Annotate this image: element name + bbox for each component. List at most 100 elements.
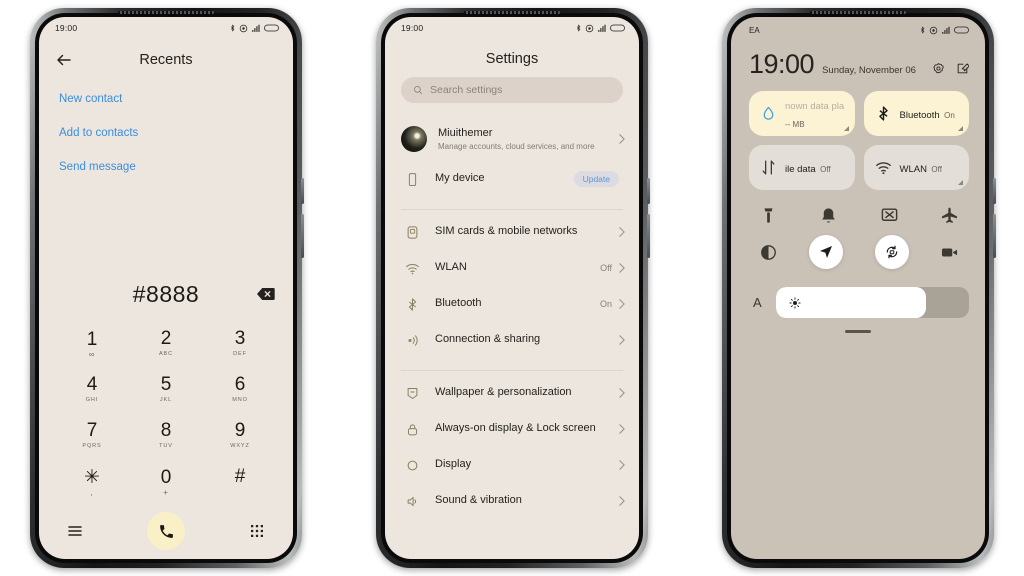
dial-key-2[interactable]: 2 ABC — [129, 321, 203, 365]
settings-row-connection-sharing[interactable]: Connection & sharing — [385, 322, 639, 358]
dial-key-star[interactable]: ✳, — [55, 459, 129, 503]
back-arrow-icon[interactable] — [55, 51, 73, 69]
dark-mode-icon[interactable] — [759, 243, 778, 262]
sun-icon — [789, 296, 801, 309]
call-icon — [159, 524, 173, 538]
row-text: Display — [435, 458, 619, 472]
power-button[interactable] — [647, 214, 650, 258]
send-message-link[interactable]: Send message — [59, 161, 273, 173]
add-to-contacts-link[interactable]: Add to contacts — [59, 127, 273, 139]
row-label: Always-on display & Lock screen — [435, 422, 596, 435]
dial-key-digit: 3 — [234, 328, 246, 349]
settings-row-display[interactable]: Display — [385, 447, 639, 483]
dial-key-5[interactable]: 5 JKL — [129, 367, 203, 411]
power-button[interactable] — [301, 214, 304, 258]
tile-bluetooth[interactable]: Bluetooth On — [863, 91, 969, 136]
settings-group-account: Miuithemer Manage accounts, cloud servic… — [385, 117, 639, 205]
dial-key-digit: 5 — [160, 374, 172, 395]
row-label: WLAN — [435, 261, 467, 274]
volume-button[interactable] — [301, 178, 304, 204]
list-divider — [401, 209, 623, 210]
auto-brightness-toggle[interactable]: A — [753, 295, 762, 310]
dial-key-sub: MNO — [232, 397, 248, 403]
lock-icon — [401, 418, 423, 440]
tile-label: WLAN — [899, 163, 927, 175]
settings-row-sound-vibration[interactable]: Sound & vibration — [385, 483, 639, 519]
screen-record-icon[interactable] — [940, 243, 959, 262]
row-label: Wallpaper & personalization — [435, 386, 572, 399]
volume-button[interactable] — [647, 178, 650, 204]
bell-icon[interactable] — [819, 206, 838, 225]
carrier-label: EA — [749, 25, 760, 35]
tile-data-usage[interactable]: nown data pla -- MB — [749, 91, 855, 136]
volume-button[interactable] — [993, 178, 996, 204]
call-button[interactable] — [147, 512, 185, 550]
cc-statusbar: EA — [731, 17, 985, 43]
panel-drag-handle[interactable] — [845, 330, 871, 333]
auto-rotate-toggle[interactable] — [874, 235, 909, 269]
update-badge[interactable]: Update — [573, 171, 619, 187]
dial-key-4[interactable]: 4 GHI — [55, 367, 129, 411]
settings-row-bluetooth[interactable]: Bluetooth On — [385, 286, 639, 322]
phones-row: 19:00 Recents New contact Add to contact… — [0, 0, 1024, 576]
dial-key-0[interactable]: 0 + — [129, 459, 203, 503]
edit-icon[interactable] — [956, 62, 969, 75]
dialer-screen: 19:00 Recents New contact Add to contact… — [39, 17, 293, 559]
settings-row-sim-cards[interactable]: SIM cards & mobile networks — [385, 214, 639, 250]
dial-key-3[interactable]: 3 DEF — [203, 321, 277, 365]
sim-icon — [401, 221, 423, 243]
settings-list[interactable]: Miuithemer Manage accounts, cloud servic… — [385, 117, 639, 559]
row-text: Wallpaper & personalization — [435, 386, 619, 400]
dial-key-9[interactable]: 9 WXYZ — [203, 413, 277, 457]
signal-icon — [942, 26, 950, 34]
dial-key-digit: 8 — [160, 420, 172, 441]
battery-icon — [954, 26, 969, 34]
bluetooth-icon — [875, 105, 892, 122]
tile-label: nown data pla — [785, 100, 845, 112]
dial-key-6[interactable]: 6 MNO — [203, 367, 277, 411]
tile-expand-corner[interactable] — [958, 126, 963, 131]
cast-icon[interactable] — [880, 206, 899, 225]
settings-row-wlan[interactable]: WLAN Off — [385, 250, 639, 286]
phone-icon — [401, 168, 423, 190]
settings-gear-icon[interactable] — [932, 62, 945, 75]
backspace-icon[interactable] — [257, 287, 275, 301]
settings-group-display: Wallpaper & personalization Always-on di… — [385, 375, 639, 527]
chevron-right-icon — [619, 335, 625, 345]
signal-icon — [598, 24, 606, 32]
settings-row-wallpaper[interactable]: Wallpaper & personalization — [385, 375, 639, 411]
search-input[interactable]: Search settings — [401, 77, 623, 103]
tile-label: Bluetooth — [899, 109, 940, 121]
power-button[interactable] — [993, 214, 996, 258]
settings-screen: 19:00 Settings Search settings Miuitheme… — [385, 17, 639, 559]
page-title: Recents — [139, 52, 193, 68]
tile-expand-corner[interactable] — [958, 180, 963, 185]
dial-key-1[interactable]: 1 ∞ — [55, 321, 129, 365]
tile-expand-corner[interactable] — [843, 126, 849, 131]
tile-mobile-data[interactable]: ile data Off — [749, 145, 855, 190]
settings-row-aod-lockscreen[interactable]: Always-on display & Lock screen — [385, 411, 639, 447]
row-label: SIM cards & mobile networks — [435, 225, 578, 238]
tile-status: Off — [820, 164, 831, 174]
keypad-icon[interactable] — [249, 523, 265, 539]
row-label: Bluetooth — [435, 297, 482, 310]
dial-key-hash[interactable]: # — [203, 459, 277, 503]
menu-icon[interactable] — [67, 523, 83, 539]
settings-row-account[interactable]: Miuithemer Manage accounts, cloud servic… — [385, 117, 639, 161]
settings-statusbar: 19:00 — [385, 17, 639, 39]
location-toggle[interactable] — [809, 235, 844, 269]
settings-row-my-device[interactable]: My device Update — [385, 161, 639, 197]
dial-key-7[interactable]: 7 PQRS — [55, 413, 129, 457]
new-contact-link[interactable]: New contact — [59, 93, 273, 105]
chevron-right-icon — [619, 134, 625, 144]
wifi-icon — [401, 257, 423, 279]
airplane-icon[interactable] — [940, 206, 959, 225]
row-text: Sound & vibration — [435, 494, 619, 508]
dial-key-8[interactable]: 8 TUV — [129, 413, 203, 457]
statusbar-icons — [575, 23, 625, 33]
flashlight-icon[interactable] — [759, 206, 778, 225]
brightness-slider[interactable] — [775, 287, 969, 318]
tile-wlan[interactable]: WLAN Off — [863, 145, 969, 190]
chevron-right-icon — [619, 496, 625, 506]
row-value: On — [599, 299, 612, 309]
